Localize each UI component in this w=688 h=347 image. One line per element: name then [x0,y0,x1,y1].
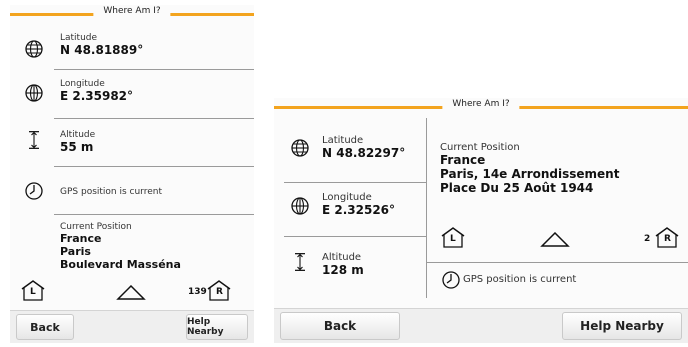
gps-status-text: GPS position is current [463,274,577,285]
landscape-screen: Where Am I? Latitude N 48.82297° Longitu… [274,98,688,343]
separator [54,214,254,215]
latitude-label: Latitude [60,33,98,43]
title-bar: Where Am I? [274,98,688,116]
position-country: France [60,232,102,245]
gps-status-text: GPS position is current [60,187,163,197]
longitude-label: Longitude [322,192,372,203]
house-letter-left: L [30,287,36,297]
latitude-value: N 48.82297° [322,146,406,160]
help-nearby-button[interactable]: Help Nearby [562,312,682,340]
current-position-block: Current Position France Paris Boulevard … [60,222,181,271]
longitude-row: Longitude E 2.32526° [274,184,426,234]
screen-title: Where Am I? [93,6,171,16]
separator [54,118,254,119]
current-position-label: Current Position [440,142,520,153]
altitude-row: Altitude 55 m [10,120,254,164]
current-position-label: Current Position [60,222,132,232]
longitude-value: E 2.32526° [322,203,396,217]
longitude-row: Longitude E 2.35982° [10,71,254,115]
globe-icon [291,197,309,215]
position-city: Paris, 14e Arrondissement [440,167,620,181]
position-street: Boulevard Masséna [60,258,181,271]
heading-arrow-icon [540,232,570,247]
altitude-icon [29,131,39,149]
latitude-label: Latitude [322,135,364,146]
globe-icon [291,139,309,157]
separator [54,69,254,70]
altitude-icon [295,253,305,271]
altitude-value: 128 m [322,263,364,277]
house-letter-left: L [450,234,456,244]
altitude-row: Altitude 128 m [274,238,426,296]
globe-icon [25,40,43,58]
current-position-block: Current Position France Paris, 14e Arron… [440,142,619,195]
button-bar: Back Help Nearby [10,310,254,343]
button-bar: Back Help Nearby [274,308,688,343]
altitude-label: Altitude [322,252,362,263]
separator [427,262,688,263]
globe-icon [25,84,43,102]
altitude-value: 55 m [60,140,94,154]
latitude-row: Latitude N 48.82297° [274,122,426,172]
back-button[interactable]: Back [16,314,74,340]
house-letter-right: R [664,234,671,244]
gps-status-row: GPS position is current [427,264,688,296]
altitude-label: Altitude [60,130,96,140]
back-button[interactable]: Back [280,312,400,340]
position-street: Place Du 25 Août 1944 [440,181,594,195]
position-city: Paris [60,245,91,258]
house-number: 2 [644,234,651,244]
longitude-label: Longitude [60,79,105,89]
longitude-value: E 2.35982° [60,89,134,103]
title-bar: Where Am I? [10,5,254,23]
separator [284,236,426,237]
latitude-value: N 48.81889° [60,43,144,57]
house-letter-right: R [216,287,223,297]
clock-icon [442,271,460,289]
latitude-row: Latitude N 48.81889° [10,29,254,69]
position-country: France [440,153,486,167]
separator [54,166,254,167]
screen-title: Where Am I? [442,99,520,109]
separator [284,182,426,183]
clock-icon [25,182,43,200]
house-number: 139 [188,287,207,297]
portrait-screen: Where Am I? Latitude N 48.81889° Longitu… [10,5,254,343]
help-nearby-button[interactable]: Help Nearby [186,314,248,340]
heading-arrow-icon [116,285,146,300]
gps-status-row: GPS position is current [10,168,254,214]
